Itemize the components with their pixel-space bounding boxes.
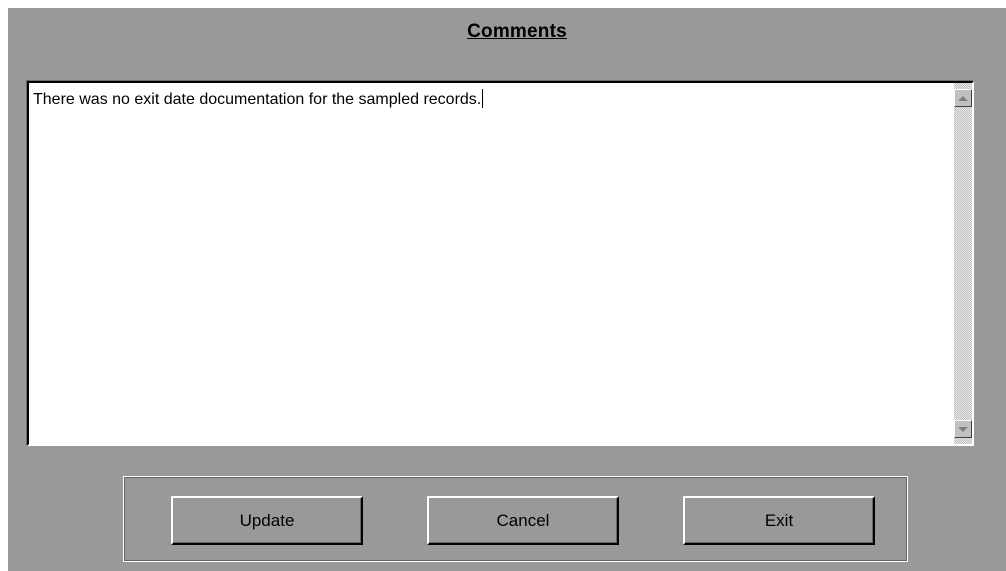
comments-text: There was no exit date documentation for… bbox=[33, 91, 482, 108]
text-caret bbox=[482, 89, 484, 108]
scroll-up-button[interactable] bbox=[954, 89, 972, 107]
scroll-down-button[interactable] bbox=[954, 420, 972, 438]
comments-textarea[interactable]: There was no exit date documentation for… bbox=[27, 81, 974, 446]
exit-button[interactable]: Exit bbox=[683, 496, 875, 545]
update-button[interactable]: Update bbox=[171, 496, 363, 545]
page-title: Comments bbox=[467, 21, 567, 42]
button-group: Update Cancel Exit bbox=[123, 476, 908, 562]
vertical-scrollbar[interactable] bbox=[954, 83, 972, 444]
cancel-button[interactable]: Cancel bbox=[427, 496, 619, 545]
comments-form: Comments There was no exit date document… bbox=[8, 8, 1006, 571]
scroll-down-arrow-icon bbox=[958, 426, 968, 432]
scroll-up-arrow-icon bbox=[958, 95, 968, 101]
